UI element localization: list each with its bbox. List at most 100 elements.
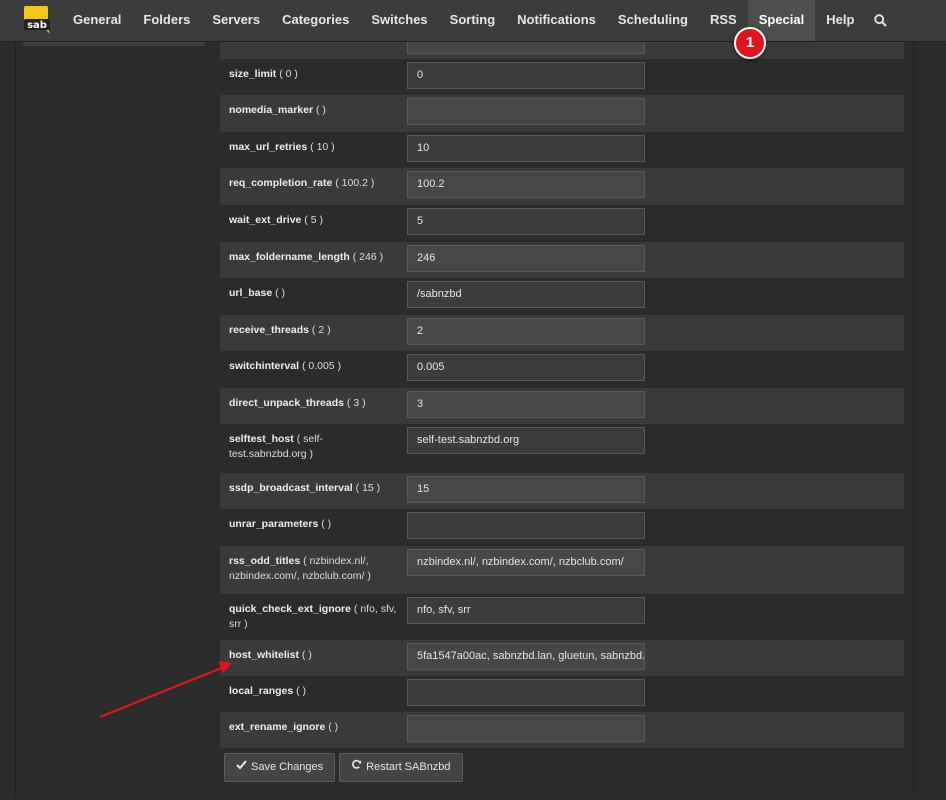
setting-row-rss-odd-titles: rss_odd_titles ( nzbindex.nl/, nzbindex.…: [220, 546, 904, 594]
req-completion-rate-input[interactable]: 100.2: [407, 171, 645, 198]
setting-label: nomedia_marker ( ): [229, 104, 326, 116]
setting-default: 15: [362, 482, 374, 494]
setting-label: ext_rename_ignore ( ): [229, 721, 339, 733]
setting-label: size_limit ( 0 ): [229, 68, 298, 80]
sabnzbd-logo[interactable]: sab: [22, 5, 54, 35]
setting-row-local-ranges: local_ranges ( ): [220, 676, 904, 712]
setting-label: rss_odd_titles ( nzbindex.nl/, nzbindex.…: [229, 555, 371, 582]
wait-ext-drive-input[interactable]: 5: [407, 208, 645, 235]
setting-row-ext-rename-ignore: ext_rename_ignore ( ): [220, 712, 904, 748]
setting-key: req_completion_rate: [229, 177, 333, 189]
setting-key: url_base: [229, 287, 273, 299]
setting-row-direct-unpack-threads: direct_unpack_threads ( 3 ) 3: [220, 388, 904, 424]
setting-key: quick_check_ext_ignore: [229, 603, 351, 615]
setting-default: 246: [359, 251, 377, 263]
setting-key: host_whitelist: [229, 649, 300, 661]
setting-key: switchinterval: [229, 360, 300, 372]
check-icon: [236, 754, 247, 781]
rss-odd-titles-input[interactable]: nzbindex.nl/, nzbindex.com/, nzbclub.com…: [407, 549, 645, 576]
setting-default: 100.2: [341, 177, 368, 189]
size-limit-input[interactable]: 0: [407, 62, 645, 89]
nomedia-marker-input[interactable]: [407, 98, 645, 125]
setting-label: receive_threads ( 2 ): [229, 324, 331, 336]
setting-row-max-foldername-length: max_foldername_length ( 246 ) 246: [220, 242, 904, 278]
step-badge: 1: [734, 27, 766, 59]
url-base-input[interactable]: /sabnzbd: [407, 281, 645, 308]
setting-label: host_whitelist ( ): [229, 649, 312, 661]
setting-label: selftest_host ( self-test.sabnzbd.org ): [229, 433, 323, 460]
setting-label: switchinterval ( 0.005 ): [229, 360, 342, 372]
nav-menu: General Folders Servers Categories Switches S…: [62, 0, 895, 41]
setting-key: nomedia_marker: [229, 104, 314, 116]
setting-key: local_ranges: [229, 685, 294, 697]
nav-item-help[interactable]: Help: [815, 0, 865, 41]
svg-text:sab: sab: [27, 20, 47, 31]
setting-label: direct_unpack_threads ( 3 ): [229, 397, 366, 409]
nav-item-sorting[interactable]: Sorting: [439, 0, 507, 41]
receive-threads-input[interactable]: 2: [407, 318, 645, 345]
direct-unpack-threads-input[interactable]: 3: [407, 391, 645, 418]
setting-key: receive_threads: [229, 324, 309, 336]
previous-field-stub: [407, 42, 645, 54]
local-ranges-input[interactable]: [407, 679, 645, 706]
ext-rename-ignore-input[interactable]: [407, 715, 645, 742]
setting-key: wait_ext_drive: [229, 214, 302, 226]
setting-key: unrar_parameters: [229, 518, 319, 530]
save-changes-button[interactable]: Save Changes: [224, 753, 336, 782]
selftest-host-input[interactable]: self-test.sabnzbd.org: [407, 427, 645, 454]
search-icon[interactable]: [865, 0, 895, 41]
setting-row-quick-check-ext-ignore: quick_check_ext_ignore ( nfo, sfv, srr )…: [220, 594, 904, 640]
sidebar-stub: [23, 42, 205, 46]
quick-check-ext-ignore-input[interactable]: nfo, sfv, srr: [407, 597, 645, 624]
nav-item-switches[interactable]: Switches: [360, 0, 438, 41]
save-changes-label: Save Changes: [251, 761, 324, 773]
setting-label: max_foldername_length ( 246 ): [229, 251, 384, 263]
setting-row-req-completion-rate: req_completion_rate ( 100.2 ) 100.2: [220, 168, 904, 205]
max-foldername-length-input[interactable]: 246: [407, 245, 645, 272]
setting-default: 10: [316, 141, 329, 153]
setting-row-max-url-retries: max_url_retries ( 10 ) 10: [220, 132, 904, 168]
setting-label: url_base ( ): [229, 287, 286, 299]
setting-row-unrar-parameters: unrar_parameters ( ): [220, 509, 904, 546]
setting-label: quick_check_ext_ignore ( nfo, sfv, srr ): [229, 603, 397, 630]
setting-row-selftest-host: selftest_host ( self-test.sabnzbd.org ) s…: [220, 424, 904, 473]
setting-key: rss_odd_titles: [229, 555, 301, 567]
nav-item-general[interactable]: General: [62, 0, 132, 41]
setting-key: size_limit: [229, 68, 277, 80]
setting-row-host-whitelist: host_whitelist ( ) 5fa1547a00ac, sabnzbd.…: [220, 640, 904, 676]
setting-key: max_url_retries: [229, 141, 308, 153]
max-url-retries-input[interactable]: 10: [407, 135, 645, 162]
refresh-icon: [351, 754, 362, 781]
setting-label: ssdp_broadcast_interval ( 15 ): [229, 482, 381, 494]
setting-row-size-limit: size_limit ( 0 ) 0: [220, 59, 904, 95]
setting-row-url-base: url_base ( ) /sabnzbd: [220, 278, 904, 315]
setting-label: wait_ext_drive ( 5 ): [229, 214, 323, 226]
nav-item-servers[interactable]: Servers: [201, 0, 271, 41]
setting-label: unrar_parameters ( ): [229, 518, 332, 530]
setting-row-ssdp-broadcast-interval: ssdp_broadcast_interval ( 15 ) 15: [220, 473, 904, 509]
setting-key: direct_unpack_threads: [229, 397, 344, 409]
setting-row-receive-threads: receive_threads ( 2 ) 2: [220, 315, 904, 351]
switchinterval-input[interactable]: 0.005: [407, 354, 645, 381]
host-whitelist-input[interactable]: 5fa1547a00ac, sabnzbd.lan, gluetun, sabn…: [407, 643, 645, 670]
restart-sabnzbd-label: Restart SABnzbd: [366, 761, 451, 773]
setting-label: req_completion_rate ( 100.2 ): [229, 177, 375, 189]
setting-key: ssdp_broadcast_interval: [229, 482, 353, 494]
nav-item-notifications[interactable]: Notifications: [506, 0, 607, 41]
setting-default: 0.005: [308, 360, 335, 372]
unrar-parameters-input[interactable]: [407, 512, 645, 539]
setting-key: selftest_host: [229, 433, 294, 445]
setting-row-nomedia-marker: nomedia_marker ( ): [220, 95, 904, 132]
form-buttons: Save Changes Restart SABnzbd: [224, 753, 463, 782]
setting-label: max_url_retries ( 10 ): [229, 141, 335, 153]
nav-item-scheduling[interactable]: Scheduling: [607, 0, 699, 41]
setting-row-switchinterval: switchinterval ( 0.005 ) 0.005: [220, 351, 904, 388]
nav-item-folders[interactable]: Folders: [132, 0, 201, 41]
top-navbar: sab General Folders Servers Categories Switc…: [0, 0, 946, 42]
setting-row-wait-ext-drive: wait_ext_drive ( 5 ) 5: [220, 205, 904, 242]
setting-key: ext_rename_ignore: [229, 721, 326, 733]
restart-sabnzbd-button[interactable]: Restart SABnzbd: [339, 753, 463, 782]
nav-item-categories[interactable]: Categories: [271, 0, 360, 41]
ssdp-broadcast-interval-input[interactable]: 15: [407, 476, 645, 503]
setting-label: local_ranges ( ): [229, 685, 307, 697]
